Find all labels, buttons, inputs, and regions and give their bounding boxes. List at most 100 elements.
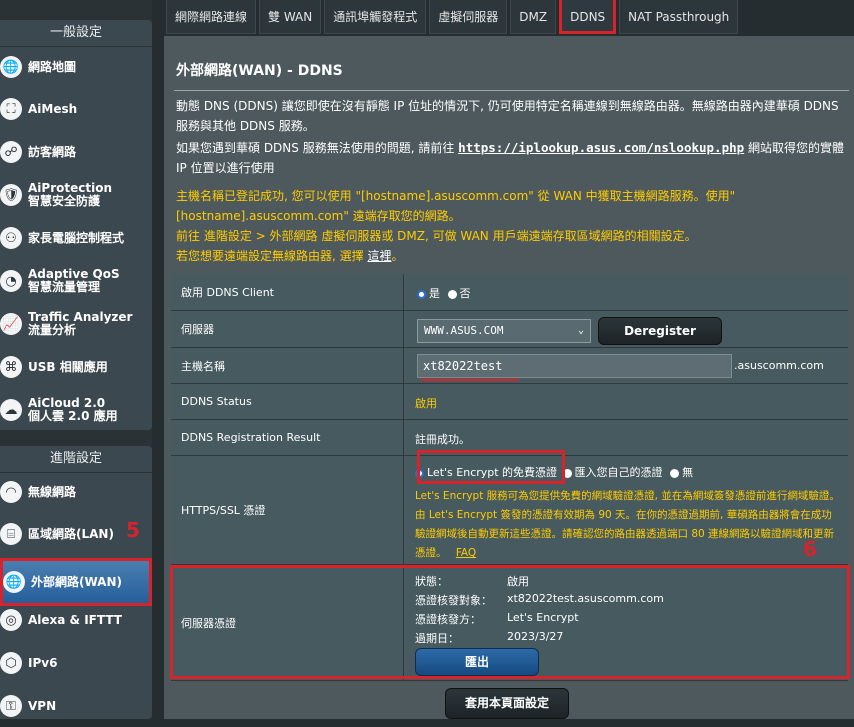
sidebar-item-advanced-5[interactable]: ⚿ VPN (0, 685, 152, 727)
sidebar-item-label: AiMesh (28, 101, 78, 116)
cert-subject-value: xt82022test.asuscomm.com (507, 592, 664, 605)
sidebar-item-label: Alexa & IFTTT (28, 612, 122, 627)
https-desc-text: Let's Encrypt 服務可為您提供免費的網域驗證憑證, 並在為網域簽發憑… (415, 490, 840, 559)
enable-yes-label: 是 (429, 287, 440, 300)
registration-notice: 主機名稱已登記成功, 您可以使用 "[hostname].asuscomm.co… (176, 186, 848, 266)
row-server: 伺服器 WWW.ASUS.COM ⌄ Deregister (171, 311, 848, 348)
sidebar-item-advanced-3[interactable]: ◎ Alexa & IFTTT (0, 599, 152, 641)
https-cert-description: Let's Encrypt 服務可為您提供免費的網域驗證憑證, 並在為網域簽發憑… (415, 487, 841, 563)
ipv6-icon: ⬡ (0, 652, 22, 674)
sidebar-item-general-7[interactable]: ⌘ USB 相關應用 (0, 346, 152, 388)
cert-issuer-value: Let's Encrypt (507, 611, 579, 624)
sidebar-item-label: 訪客網路 (28, 144, 77, 159)
tab-dual-wan[interactable]: 雙 WAN (259, 0, 322, 34)
sidebar-item-advanced-4[interactable]: ⬡ IPv6 (0, 642, 152, 684)
https-cert-cell: Let's Encrypt 的免費憑證 匯入您自己的憑證 無 Let's Enc… (405, 456, 848, 564)
notice-line-3-prefix: 若您想要遠端設定無線路由器, 選擇 (176, 249, 364, 263)
notice-line-1: 主機名稱已登記成功, 您可以使用 "[hostname].asuscomm.co… (176, 189, 736, 223)
no-cert-label: 無 (682, 466, 694, 479)
faq-link[interactable]: FAQ (456, 547, 476, 559)
hostname-value: xt82022test .asuscomm.com (405, 348, 848, 383)
sidebar-item-advanced-0[interactable]: ◠ 無線網路 (0, 471, 152, 513)
tab-bar: 網際網路連線 雙 WAN 通訊埠觸發程式 虛擬伺服器 DMZ DDNS NAT … (166, 0, 741, 36)
sidebar-item-label: Traffic Analyzer 流量分析 (28, 310, 133, 337)
enable-ddns-label: 啟用 DDNS Client (171, 274, 404, 310)
sidebar-item-label: USB 相關應用 (28, 359, 108, 374)
sidebar-item-label: 外部網路(WAN) (31, 574, 122, 589)
server-cert-label: 伺服器憑證 (171, 565, 404, 680)
qos-gauge-icon: ◔ (0, 270, 22, 292)
cert-issuer-key: 憑證核發方： (415, 613, 481, 626)
sidebar-item-general-4[interactable]: ⚇ 家長電腦控制程式 (0, 217, 152, 259)
row-ddns-status: DDNS Status 啟用 (171, 384, 848, 420)
main-panel: 外部網路(WAN) - DDNS 動態 DNS (DDNS) 讓您即使在沒有靜態… (164, 36, 854, 719)
row-https-cert: HTTPS/SSL 憑證 Let's Encrypt 的免費憑證 匯入您自己的憑… (171, 456, 848, 565)
wifi-icon: ◠ (0, 481, 22, 503)
ddns-status-label: DDNS Status (171, 384, 404, 419)
wan-globe-icon: 🌐 (3, 571, 25, 593)
row-enable-ddns: 啟用 DDNS Client 是 否 (171, 274, 848, 311)
row-server-cert: 伺服器憑證 狀態： 啟用 憑證核發對象： xt82022test.asuscom… (171, 565, 848, 681)
sidebar-item-general-1[interactable]: ⛶ AiMesh (0, 88, 152, 130)
advanced-settings-header: 進階設定 (0, 446, 152, 473)
sidebar-item-general-0[interactable]: 🌐 網路地圖 (0, 46, 152, 88)
lan-icon: ⌸ (0, 523, 22, 545)
no-cert-radio[interactable] (670, 468, 680, 478)
tab-virtual-server[interactable]: 虛擬伺服器 (429, 0, 508, 34)
sidebar-item-label: IPv6 (28, 655, 58, 670)
server-selected-value: WWW.ASUS.COM (424, 324, 504, 337)
cloud-icon: ☁ (0, 399, 22, 421)
tab-internet-connection[interactable]: 網際網路連線 (166, 0, 257, 34)
remote-setup-link[interactable]: 這裡 (367, 249, 391, 263)
hostname-domain-suffix: .asuscomm.com (734, 359, 824, 372)
tab-port-trigger[interactable]: 通訊埠觸發程式 (324, 0, 427, 34)
general-settings-header: 一般設定 (0, 20, 152, 47)
traffic-chart-icon: 📈 (0, 313, 22, 335)
notice-line-2: 前往 進階設定 > 外部網路 虛擬伺服器或 DMZ, 可做 WAN 用戶端遠端存… (176, 229, 697, 243)
sidebar-item-general-2[interactable]: ☍ 訪客網路 (0, 131, 152, 173)
step-5-marker: 5 (126, 518, 140, 542)
registration-result-label: DDNS Registration Result (171, 420, 404, 455)
description-line-1: 動態 DNS (DDNS) 讓您即使在沒有靜態 IP 位址的情況下, 仍可使用特… (176, 99, 839, 133)
tab-dmz[interactable]: DMZ (510, 0, 557, 34)
sidebar-item-general-8[interactable]: ☁ AiCloud 2.0 個人雲 2.0 應用 (0, 389, 152, 431)
deregister-button[interactable]: Deregister (598, 317, 722, 345)
enable-no-radio[interactable] (447, 289, 457, 299)
sidebar-item-general-5[interactable]: ◔ Adaptive QoS 智慧流量管理 (0, 260, 152, 302)
tab-ddns[interactable]: DDNS (559, 0, 617, 34)
server-cert-cell: 狀態： 啟用 憑證核發對象： xt82022test.asuscomm.com … (405, 565, 848, 680)
cert-expire-key: 過期日： (415, 632, 459, 645)
vpn-icon: ⚿ (0, 695, 22, 717)
sidebar-item-label: 區域網路(LAN) (28, 526, 114, 541)
sidebar-item-label: AiProtection 智慧安全防護 (28, 181, 112, 208)
title-divider (174, 90, 849, 91)
enable-no-label: 否 (459, 287, 471, 300)
apply-settings-button[interactable]: 套用本頁面設定 (445, 688, 569, 719)
letsencrypt-radio[interactable] (415, 468, 424, 478)
import-cert-label: 匯入您自己的憑證 (574, 466, 663, 479)
cert-status-value: 啟用 (507, 575, 529, 588)
export-button[interactable]: 匯出 (415, 648, 539, 676)
sidebar-item-label: AiCloud 2.0 個人雲 2.0 應用 (28, 396, 118, 423)
sidebar-item-label: 家長電腦控制程式 (28, 230, 125, 245)
notice-line-3-suffix: 。 (391, 249, 404, 263)
sidebar-item-label: Adaptive QoS 智慧流量管理 (28, 267, 120, 294)
sidebar-item-general-6[interactable]: 📈 Traffic Analyzer 流量分析 (0, 303, 152, 345)
server-label: 伺服器 (171, 311, 404, 347)
cert-subject-key: 憑證核發對象： (415, 594, 492, 607)
iplookup-link[interactable]: https://iplookup.asus.com/nslookup.php (458, 140, 744, 155)
ddns-status-value: 啟用 (415, 397, 437, 410)
hostname-input[interactable]: xt82022test (417, 354, 732, 378)
sidebar-item-general-3[interactable]: 🛡 AiProtection 智慧安全防護 (0, 174, 152, 216)
enable-yes-radio[interactable] (417, 289, 426, 299)
notice-line-3: 若您想要遠端設定無線路由器, 選擇 這裡。 (176, 246, 848, 266)
registration-result-cell: 註冊成功。 (405, 420, 848, 455)
description-line-2-prefix: 如果您遇到華碩 DDNS 服務無法使用的問題, 請前往 (176, 141, 455, 155)
chevron-down-icon: ⌄ (577, 325, 584, 336)
tab-nat-passthrough[interactable]: NAT Passthrough (619, 0, 739, 34)
server-select[interactable]: WWW.ASUS.COM ⌄ (417, 319, 591, 343)
usb-puzzle-icon: ⌘ (0, 356, 22, 378)
import-cert-radio[interactable] (562, 468, 572, 478)
iplookup-description: 如果您遇到華碩 DDNS 服務無法使用的問題, 請前往 https://iplo… (176, 138, 848, 178)
guest-network-icon: ☍ (0, 141, 22, 163)
